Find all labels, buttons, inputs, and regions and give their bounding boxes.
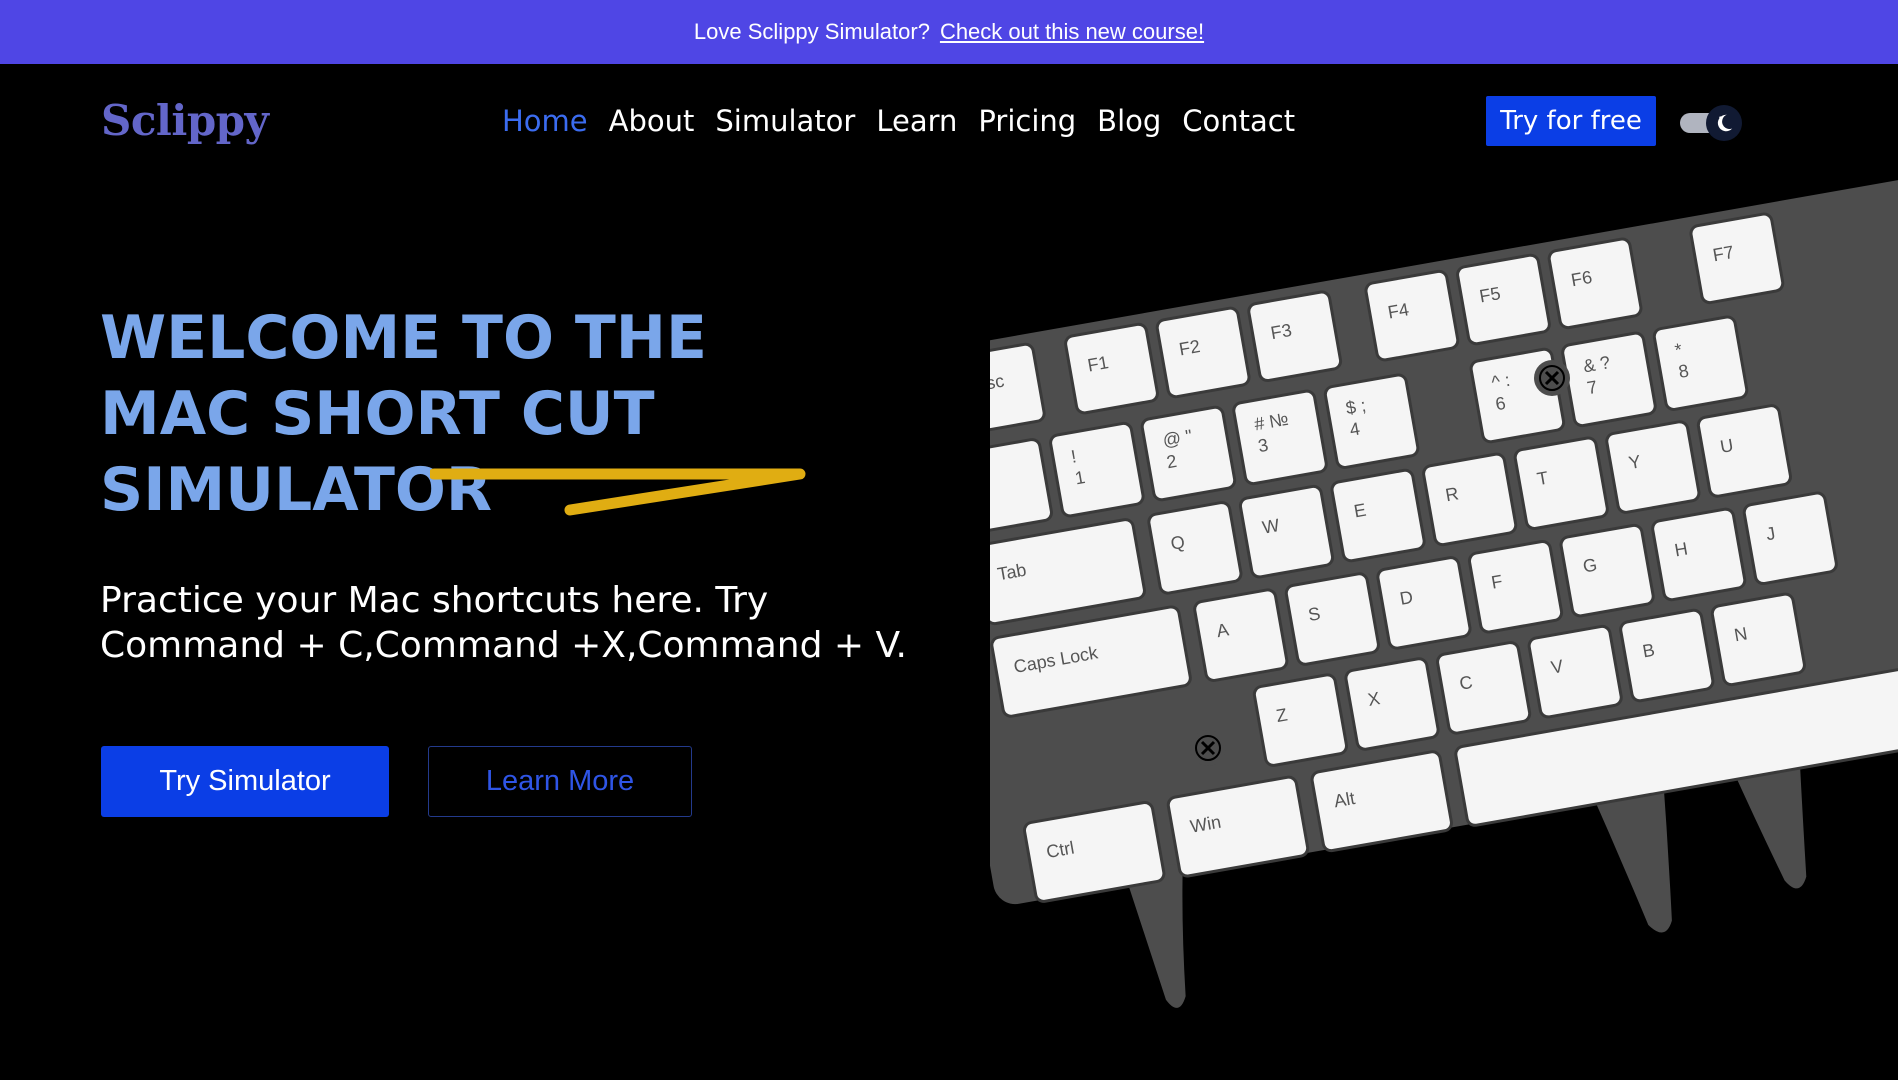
svg-text:W: W xyxy=(1261,515,1281,538)
key-h: H xyxy=(1651,507,1747,602)
key-w: W xyxy=(1238,484,1335,579)
nav-about[interactable]: About xyxy=(609,104,695,138)
svg-text:F6: F6 xyxy=(1569,267,1593,290)
key-c: C xyxy=(1436,641,1532,735)
svg-text:^ :: ^ : xyxy=(1490,370,1512,393)
try-simulator-button[interactable]: Try Simulator xyxy=(101,746,389,817)
x-circle-icon xyxy=(1534,360,1570,396)
logo[interactable]: Sclippy xyxy=(101,96,269,145)
key-q: Q xyxy=(1147,501,1243,595)
key-r: R xyxy=(1422,452,1518,547)
key-g: G xyxy=(1559,523,1655,618)
key-num-4: $ ;4 xyxy=(1323,373,1420,469)
key-num-2: @ "2 xyxy=(1140,405,1237,502)
svg-text:F7: F7 xyxy=(1711,242,1735,265)
key-j: J xyxy=(1742,491,1838,586)
nav-contact[interactable]: Contact xyxy=(1182,104,1295,138)
key-e: E xyxy=(1330,468,1426,563)
key-s: S xyxy=(1284,572,1380,666)
toggle-knob xyxy=(1706,105,1742,141)
key-f2: F2 xyxy=(1155,306,1251,399)
theme-toggle[interactable] xyxy=(1680,105,1742,141)
key-f: F xyxy=(1467,539,1564,634)
key-num-3: # №3 xyxy=(1232,389,1328,486)
keyboard-illustration: EscF1F2F3F4F5F6F7 ~`!1@ "2# №3$ ;4^ :6& … xyxy=(990,176,1898,1016)
svg-text:F1: F1 xyxy=(1086,352,1110,375)
key-f5: F5 xyxy=(1456,253,1551,346)
key-num-7: & ?7 xyxy=(1561,331,1657,428)
key-num-1: !1 xyxy=(1049,421,1145,518)
key-f4: F4 xyxy=(1364,269,1460,362)
banner-text: Love Sclippy Simulator? xyxy=(693,19,930,44)
x-circle-icon xyxy=(1190,730,1226,766)
key-u: U xyxy=(1696,404,1792,498)
keyboard-svg: EscF1F2F3F4F5F6F7 ~`!1@ "2# №3$ ;4^ :6& … xyxy=(990,176,1898,1008)
learn-more-button[interactable]: Learn More xyxy=(428,746,692,817)
key-a: A xyxy=(1193,588,1289,682)
key-b: B xyxy=(1619,608,1715,703)
svg-text:Alt: Alt xyxy=(1332,788,1356,811)
nav-simulator[interactable]: Simulator xyxy=(715,104,855,138)
key-f3: F3 xyxy=(1247,290,1343,383)
banner-link[interactable]: Check out this new course! xyxy=(940,19,1204,45)
nav-home[interactable]: Home xyxy=(502,104,588,138)
nav-learn[interactable]: Learn xyxy=(876,104,957,138)
key-t: T xyxy=(1513,436,1609,530)
svg-text:F2: F2 xyxy=(1178,336,1202,359)
key-f1: F1 xyxy=(1064,322,1159,415)
key-z: Z xyxy=(1252,673,1348,767)
try-for-free-button[interactable]: Try for free xyxy=(1486,96,1656,146)
svg-text:F5: F5 xyxy=(1478,283,1502,306)
moon-icon xyxy=(1717,114,1733,132)
key-f6: F6 xyxy=(1547,237,1643,330)
nav-pricing[interactable]: Pricing xyxy=(978,104,1076,138)
key-y: Y xyxy=(1605,420,1701,514)
nav-blog[interactable]: Blog xyxy=(1097,104,1161,138)
key-num-8: *8 xyxy=(1652,315,1749,411)
key-v: V xyxy=(1527,624,1623,719)
hero-description: Practice your Mac shortcuts here. Try Co… xyxy=(100,580,907,666)
key-n: N xyxy=(1710,592,1806,687)
announcement-banner: Love Sclippy Simulator? Check out this n… xyxy=(0,0,1898,64)
svg-text:F4: F4 xyxy=(1386,299,1410,322)
title-underline xyxy=(430,468,806,516)
svg-text:$ ;: $ ; xyxy=(1344,395,1367,418)
key-x: X xyxy=(1344,657,1440,751)
key-f7: F7 xyxy=(1689,212,1785,305)
main-nav: Home About Simulator Learn Pricing Blog … xyxy=(502,104,1295,138)
svg-text:F3: F3 xyxy=(1269,320,1293,343)
key-d: D xyxy=(1376,556,1472,650)
